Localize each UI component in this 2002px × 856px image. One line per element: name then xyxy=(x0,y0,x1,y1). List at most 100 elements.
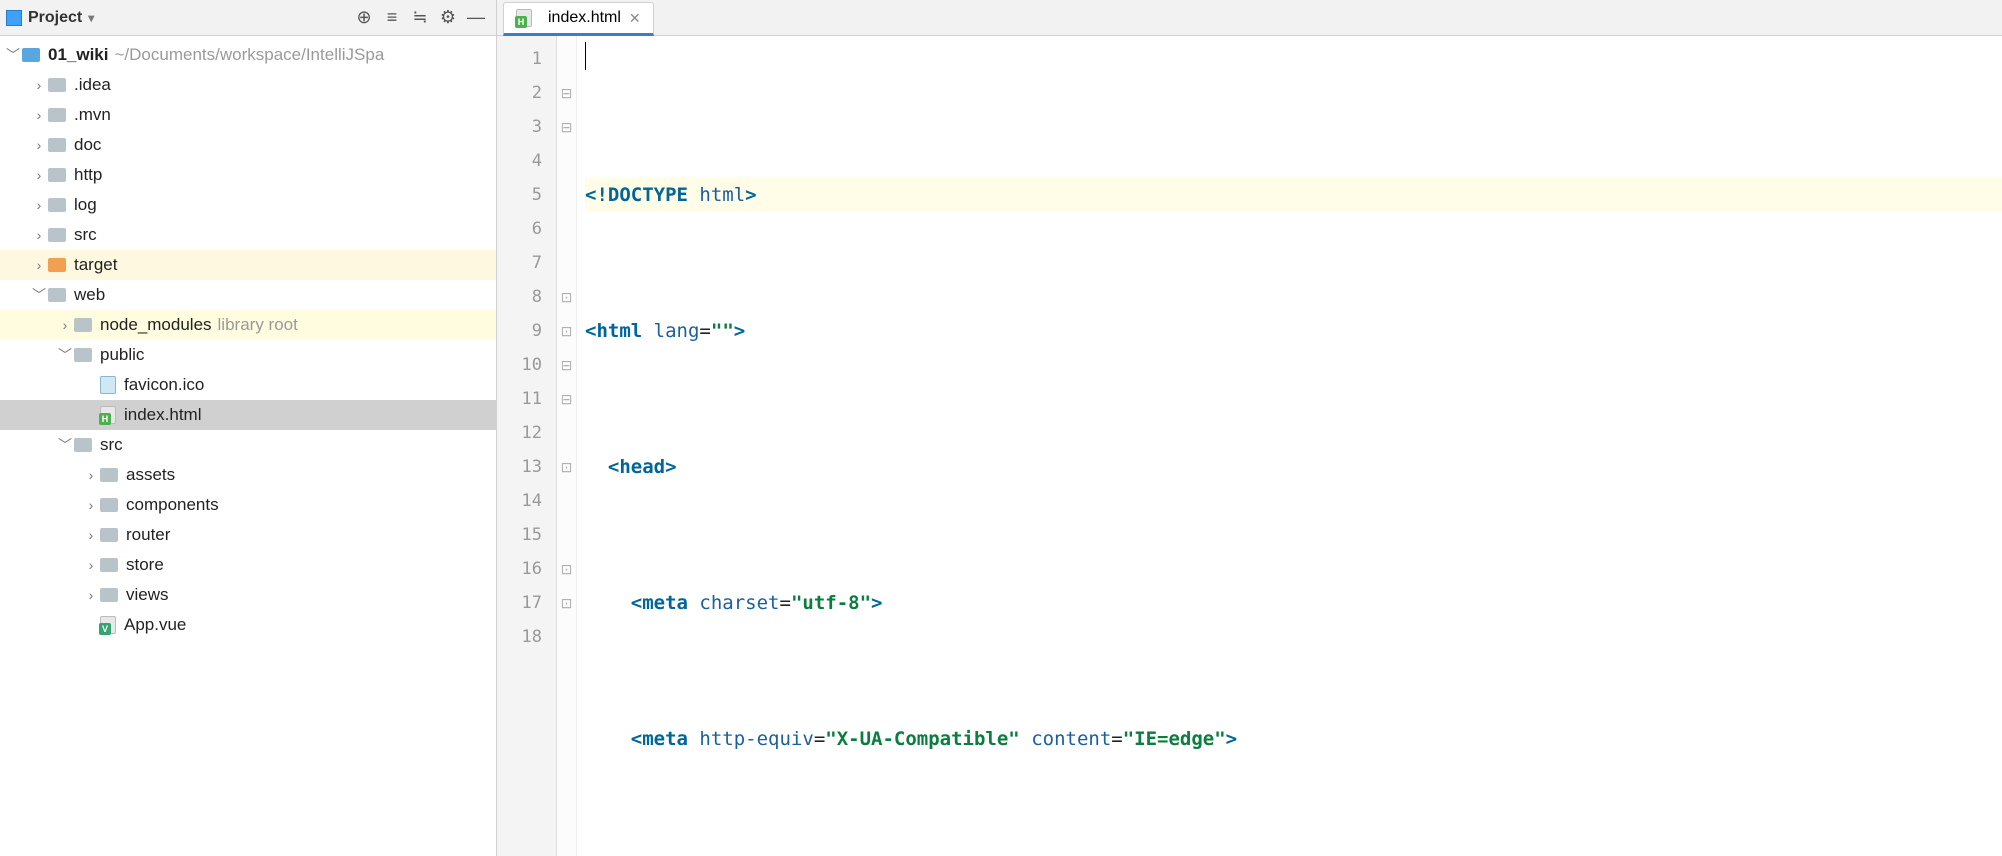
chevron-right-icon[interactable]: › xyxy=(30,197,48,213)
fold-marker[interactable]: ⊡ xyxy=(561,280,573,314)
chevron-right-icon[interactable]: › xyxy=(56,317,74,333)
chevron-right-icon[interactable]: › xyxy=(30,257,48,273)
line-number[interactable]: 17 xyxy=(497,586,542,620)
locate-icon[interactable]: ⊕ xyxy=(350,4,378,32)
tree-label: .idea xyxy=(74,75,111,95)
expand-all-icon[interactable]: ≡ xyxy=(378,4,406,32)
chevron-right-icon[interactable]: › xyxy=(82,557,100,573)
tree-folder[interactable]: › .idea xyxy=(0,70,496,100)
folder-icon xyxy=(100,588,118,602)
chevron-right-icon[interactable]: › xyxy=(30,227,48,243)
tree-file[interactable]: index.html xyxy=(0,400,496,430)
line-number[interactable]: 11 xyxy=(497,382,542,416)
tree-folder[interactable]: ›.mvn xyxy=(0,100,496,130)
chevron-right-icon[interactable]: › xyxy=(82,497,100,513)
line-number[interactable]: 3 xyxy=(497,110,542,144)
folder-icon xyxy=(74,438,92,452)
line-number[interactable]: 10 xyxy=(497,348,542,382)
line-number[interactable]: 6 xyxy=(497,212,542,246)
tree-folder[interactable]: ›node_moduleslibrary root xyxy=(0,310,496,340)
tree-folder[interactable]: › src xyxy=(0,220,496,250)
tree-folder[interactable]: › views xyxy=(0,580,496,610)
line-number[interactable]: 9 xyxy=(497,314,542,348)
tree-folder[interactable]: ›doc xyxy=(0,130,496,160)
fold-marker[interactable]: ⊡ xyxy=(561,314,573,348)
folder-icon xyxy=(48,78,66,92)
collapse-all-icon[interactable]: ≒ xyxy=(406,4,434,32)
code-line[interactable]: <!DOCTYPE html> xyxy=(585,178,2002,212)
code-line[interactable]: <meta http-equiv="X-UA-Compatible" conte… xyxy=(585,722,2002,756)
code-line[interactable]: <meta charset="utf-8"> xyxy=(585,586,2002,620)
fold-marker[interactable]: ⊡ xyxy=(561,586,573,620)
tree-file[interactable]: favicon.ico xyxy=(0,370,496,400)
tree-label: favicon.ico xyxy=(124,375,204,395)
line-number[interactable]: 16 xyxy=(497,552,542,586)
chevron-down-icon[interactable]: ﹀ xyxy=(30,285,48,305)
line-number[interactable]: 7 xyxy=(497,246,542,280)
chevron-right-icon[interactable]: › xyxy=(30,77,48,93)
project-sidebar: Project ▾ ⊕ ≡ ≒ ⚙ — ﹀ 01_wiki ~/Document… xyxy=(0,0,497,856)
line-number[interactable]: 13 xyxy=(497,450,542,484)
html-file-icon xyxy=(516,9,532,27)
tree-folder[interactable]: ›target xyxy=(0,250,496,280)
tree-label: src xyxy=(100,435,123,455)
gear-icon[interactable]: ⚙ xyxy=(434,4,462,32)
fold-marker[interactable]: ⊟ xyxy=(561,110,573,144)
line-number[interactable]: 15 xyxy=(497,518,542,552)
line-number[interactable]: 5 xyxy=(497,178,542,212)
fold-marker[interactable]: ⊟ xyxy=(561,382,573,416)
tree-root[interactable]: ﹀ 01_wiki ~/Documents/workspace/IntelliJ… xyxy=(0,40,496,70)
fold-marker[interactable]: ⊡ xyxy=(561,552,573,586)
chevron-right-icon[interactable]: › xyxy=(30,137,48,153)
chevron-right-icon[interactable]: › xyxy=(30,107,48,123)
project-selector[interactable]: Project ▾ xyxy=(6,9,94,27)
line-number[interactable]: 4 xyxy=(497,144,542,178)
tree-folder[interactable]: ﹀web xyxy=(0,280,496,310)
tree-folder[interactable]: ﹀ public xyxy=(0,340,496,370)
project-tree[interactable]: ﹀ 01_wiki ~/Documents/workspace/IntelliJ… xyxy=(0,36,496,856)
close-icon[interactable]: ✕ xyxy=(629,10,641,27)
tree-file[interactable]: App.vue xyxy=(0,610,496,640)
tree-folder[interactable]: ›log xyxy=(0,190,496,220)
line-number[interactable]: 18 xyxy=(497,620,542,654)
folder-icon xyxy=(74,318,92,332)
tree-folder[interactable]: ﹀ src xyxy=(0,430,496,460)
tab-index-html[interactable]: index.html ✕ xyxy=(503,2,654,36)
fold-column[interactable]: ⊟⊟⊡⊡⊟⊟⊡⊡⊡ xyxy=(557,36,577,856)
fold-marker[interactable]: ⊡ xyxy=(561,450,573,484)
folder-icon xyxy=(48,228,66,242)
project-title: Project xyxy=(28,9,82,27)
root-path: ~/Documents/workspace/IntelliJSpa xyxy=(115,45,385,65)
chevron-right-icon[interactable]: › xyxy=(82,587,100,603)
chevron-down-icon[interactable]: ﹀ xyxy=(56,435,74,455)
minimize-icon[interactable]: — xyxy=(462,4,490,32)
chevron-right-icon[interactable]: › xyxy=(30,167,48,183)
line-number[interactable]: 12 xyxy=(497,416,542,450)
line-number[interactable]: 8 xyxy=(497,280,542,314)
tree-label: router xyxy=(126,525,170,545)
line-gutter[interactable]: 123456789101112131415161718 xyxy=(497,36,557,856)
line-number[interactable]: 14 xyxy=(497,484,542,518)
chevron-right-icon[interactable]: › xyxy=(82,467,100,483)
tree-label: index.html xyxy=(124,405,201,425)
tree-label: public xyxy=(100,345,144,365)
chevron-down-icon[interactable]: ﹀ xyxy=(56,345,74,365)
line-number[interactable]: 2 xyxy=(497,76,542,110)
tree-folder[interactable]: ›http xyxy=(0,160,496,190)
tree-label: views xyxy=(126,585,169,605)
fold-marker[interactable]: ⊟ xyxy=(561,76,573,110)
code-line[interactable]: <html lang=""> xyxy=(585,314,2002,348)
chevron-right-icon[interactable]: › xyxy=(82,527,100,543)
chevron-down-icon[interactable]: ﹀ xyxy=(4,45,22,65)
tree-folder[interactable]: ›assets xyxy=(0,460,496,490)
tree-label: src xyxy=(74,225,97,245)
tree-folder[interactable]: › router xyxy=(0,520,496,550)
code-line[interactable]: <head> xyxy=(585,450,2002,484)
fold-marker[interactable]: ⊟ xyxy=(561,348,573,382)
folder-icon xyxy=(74,348,92,362)
tree-folder[interactable]: ›components xyxy=(0,490,496,520)
code-content[interactable]: <!DOCTYPE html> <html lang=""> <head> <m… xyxy=(577,36,2002,856)
tree-folder[interactable]: ›store xyxy=(0,550,496,580)
line-number[interactable]: 1 xyxy=(497,42,542,76)
editor: index.html ✕ 123456789101112131415161718… xyxy=(497,0,2002,856)
